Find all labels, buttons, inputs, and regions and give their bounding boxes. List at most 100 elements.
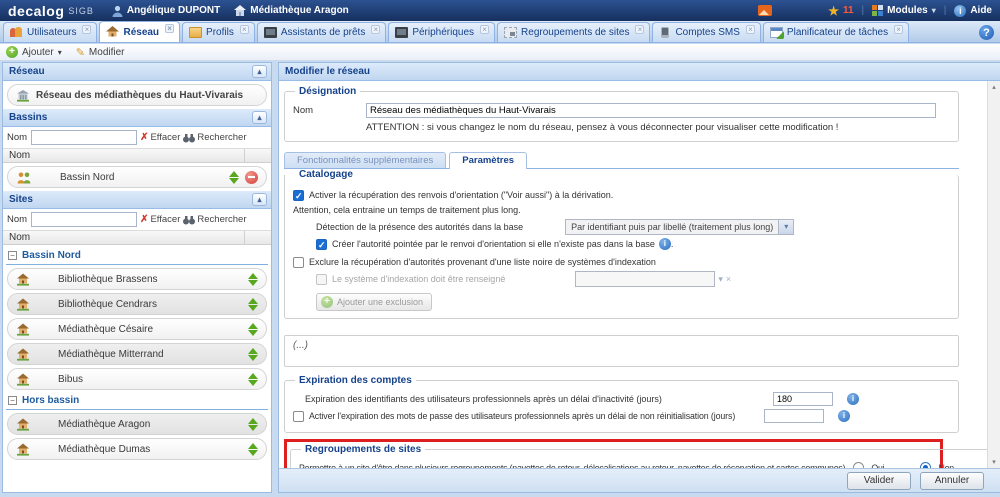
help-menu[interactable]: i Aide xyxy=(954,5,992,17)
modules-menu[interactable]: Modules ▾ xyxy=(872,5,936,16)
scroll-up-icon[interactable]: ▴ xyxy=(988,83,1000,91)
sort-arrows-icon[interactable] xyxy=(248,443,258,456)
clear-icon: ✗ xyxy=(140,214,148,225)
activer-renvois-checkbox[interactable] xyxy=(293,190,304,201)
expiration-mots-de-passe-checkbox[interactable] xyxy=(293,411,304,422)
bassin-row[interactable]: Bassin Nord xyxy=(7,166,267,188)
sort-down-icon xyxy=(248,280,258,286)
notifications[interactable]: ★ 11 xyxy=(828,5,853,17)
tab-label: Planificateur de tâches xyxy=(787,27,888,38)
creer-autorite-checkbox[interactable] xyxy=(316,239,327,250)
help-icon[interactable]: ? xyxy=(979,25,994,40)
expiration-identifiants-label: Expiration des identifiants des utilisat… xyxy=(305,393,773,405)
user-icon xyxy=(112,5,123,17)
bassins-clear-button[interactable]: ✗ Effacer xyxy=(140,132,180,143)
remove-icon[interactable] xyxy=(245,171,258,184)
separator: | xyxy=(944,5,947,16)
current-user[interactable]: Angélique DUPONT xyxy=(112,5,220,17)
close-icon[interactable]: × xyxy=(371,25,380,34)
tab-regroupements-de-sites[interactable]: Regroupements de sites × xyxy=(497,22,650,42)
site-group-bassin-nord[interactable]: − Bassin Nord xyxy=(6,250,268,265)
group-label: Hors bassin xyxy=(22,395,79,406)
chevron-down-icon: ▾ xyxy=(58,48,62,57)
detection-select[interactable]: Par identifiant puis par libellé (traite… xyxy=(565,219,794,235)
bassins-panel-header: Bassins ▴ xyxy=(3,109,271,127)
current-site[interactable]: Médiathèque Aragon xyxy=(234,5,349,16)
site-group-hors-bassin[interactable]: − Hors bassin xyxy=(6,395,268,410)
image-notification-icon[interactable] xyxy=(758,5,772,16)
network-name-input[interactable] xyxy=(366,103,936,118)
close-icon[interactable]: × xyxy=(746,25,755,34)
exclure-checkbox[interactable] xyxy=(293,257,304,268)
close-icon[interactable]: × xyxy=(165,24,174,33)
vertical-scrollbar[interactable]: ▴ ▾ xyxy=(987,81,1000,468)
modify-button[interactable]: ✎ Modifier xyxy=(76,46,125,59)
close-icon[interactable]: × xyxy=(240,25,249,34)
app-logo: decalog xyxy=(8,3,64,19)
expiration-mots-de-passe-input[interactable] xyxy=(764,409,824,423)
collapse-minus-icon[interactable]: − xyxy=(8,251,17,260)
scroll-down-icon[interactable]: ▾ xyxy=(988,458,1000,466)
info-icon[interactable]: i xyxy=(838,410,850,422)
close-icon[interactable]: × xyxy=(894,25,903,34)
sort-arrows-icon[interactable] xyxy=(248,348,258,361)
site-row[interactable]: Bibliothèque Brassens xyxy=(7,268,267,290)
sites-column-header[interactable]: Nom xyxy=(3,230,271,245)
pencil-icon: ✎ xyxy=(76,46,85,59)
validate-button[interactable]: Valider xyxy=(847,472,911,490)
calendar-icon xyxy=(770,27,783,38)
sort-arrows-icon[interactable] xyxy=(229,171,239,184)
info-icon[interactable]: i xyxy=(659,238,671,250)
tab-assistants-de-prets[interactable]: Assistants de prêts × xyxy=(257,22,386,42)
tab-reseau[interactable]: Réseau × xyxy=(99,21,180,42)
site-row[interactable]: Médiathèque Dumas xyxy=(7,438,267,460)
binoculars-icon xyxy=(183,133,195,143)
chevron-down-icon[interactable]: ▾ xyxy=(778,220,793,234)
close-icon[interactable]: × xyxy=(480,25,489,34)
expiration-legend: Expiration des comptes xyxy=(295,375,416,386)
add-button[interactable]: + Ajouter ▾ xyxy=(6,46,62,58)
site-row[interactable]: Médiathèque Césaire xyxy=(7,318,267,340)
expiration-identifiants-input[interactable] xyxy=(773,392,833,406)
close-icon[interactable]: × xyxy=(82,25,91,34)
designation-legend: Désignation xyxy=(295,86,360,97)
close-icon[interactable]: × xyxy=(635,25,644,34)
tab-label: Assistants de prêts xyxy=(281,27,365,38)
clear-icon: ✗ xyxy=(140,132,148,143)
tab-comptes-sms[interactable]: Comptes SMS × xyxy=(652,22,760,42)
sites-filter-input[interactable] xyxy=(31,212,137,227)
sort-arrows-icon[interactable] xyxy=(248,418,258,431)
tab-peripheriques[interactable]: Périphériques × xyxy=(388,22,495,42)
site-row[interactable]: Médiathèque Aragon xyxy=(7,413,267,435)
collapse-minus-icon[interactable]: − xyxy=(8,396,17,405)
network-item[interactable]: Réseau des médiathèques du Haut-Vivarais xyxy=(7,84,267,106)
chevron-down-icon: ▾ xyxy=(932,7,936,15)
tab-utilisateurs[interactable]: Utilisateurs × xyxy=(3,22,97,42)
site-row[interactable]: Bibus xyxy=(7,368,267,390)
collapse-icon[interactable]: ▴ xyxy=(252,111,267,124)
site-name: Bibliothèque Brassens xyxy=(58,274,158,285)
site-row[interactable]: Médiathèque Mitterrand xyxy=(7,343,267,365)
bassins-column-header[interactable]: Nom xyxy=(3,148,271,163)
sort-arrows-icon[interactable] xyxy=(248,273,258,286)
collapse-icon[interactable]: ▴ xyxy=(252,65,267,78)
sort-down-icon xyxy=(248,355,258,361)
bassins-search-button[interactable]: Rechercher xyxy=(183,132,246,143)
sort-arrows-icon[interactable] xyxy=(248,323,258,336)
tab-fonctionnalites-supplementaires[interactable]: Fonctionnalités supplémentaires xyxy=(284,152,446,168)
monitor-icon xyxy=(264,27,277,38)
column-label: Nom xyxy=(9,232,30,243)
bassins-filter-input[interactable] xyxy=(31,130,137,145)
collapse-icon[interactable]: ▴ xyxy=(252,193,267,206)
site-row[interactable]: Bibliothèque Cendrars xyxy=(7,293,267,315)
tab-parametres[interactable]: Paramètres xyxy=(449,152,527,169)
main-panel: Modifier le réseau Désignation Nom ATTEN… xyxy=(278,62,1000,493)
tab-planificateur-de-taches[interactable]: Planificateur de tâches × xyxy=(763,22,909,42)
sort-arrows-icon[interactable] xyxy=(248,373,258,386)
sites-search-button[interactable]: Rechercher xyxy=(183,214,246,225)
tab-profils[interactable]: Profils × xyxy=(182,22,255,42)
sort-arrows-icon[interactable] xyxy=(248,298,258,311)
info-icon[interactable]: i xyxy=(847,393,859,405)
sites-clear-button[interactable]: ✗ Effacer xyxy=(140,214,180,225)
cancel-button[interactable]: Annuler xyxy=(920,472,984,490)
